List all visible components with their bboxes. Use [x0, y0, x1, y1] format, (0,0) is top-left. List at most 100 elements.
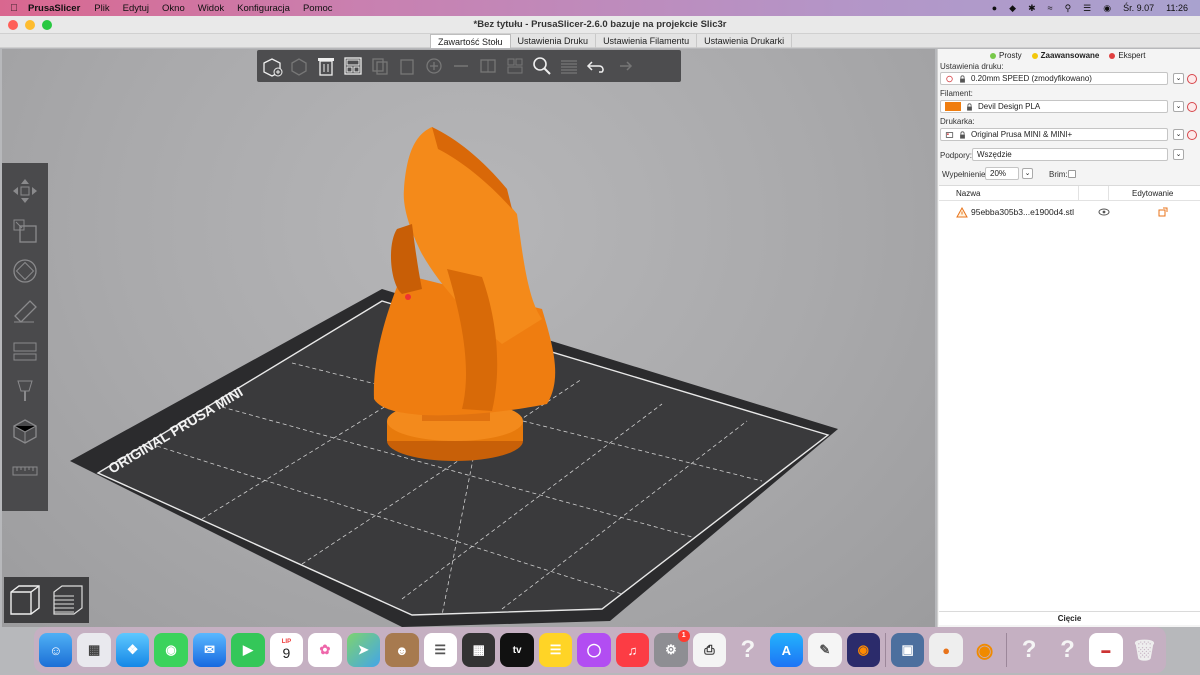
slice-button[interactable]: Cięcie — [939, 611, 1200, 625]
printer-icon[interactable]: ⎙ — [692, 633, 727, 667]
preview-layers-icon[interactable] — [50, 582, 86, 618]
mode-expert[interactable]: Ekspert — [1109, 51, 1145, 60]
facetime-icon[interactable]: ▶ — [231, 633, 265, 667]
split-objects-button[interactable] — [476, 54, 500, 78]
music-icon[interactable]: ♫ — [615, 633, 650, 667]
clock-day[interactable]: Śr. 9.07 — [1123, 3, 1154, 13]
contacts-icon[interactable]: ☻ — [385, 633, 419, 667]
apple-tv-icon[interactable]: tv — [500, 633, 534, 667]
apple-icon[interactable]:  — [0, 3, 28, 14]
printer-combo[interactable]: Original Prusa MINI & MINI+ — [940, 128, 1168, 141]
calculator-icon[interactable]: ▦ — [461, 633, 496, 667]
textedit-icon[interactable]: ✎ — [808, 633, 842, 667]
app-store-icon[interactable]: A — [769, 633, 804, 667]
col-name[interactable]: Nazwa — [939, 186, 1079, 200]
tab-filament-settings[interactable]: Ustawienia Filamentu — [596, 34, 698, 48]
firefox-icon[interactable]: ◉ — [846, 633, 880, 667]
eye-icon[interactable] — [1098, 208, 1110, 216]
chevron-down-icon[interactable]: ⌄ — [1173, 101, 1184, 112]
layer-editing-button[interactable] — [557, 54, 581, 78]
chevron-down-icon[interactable]: ⌄ — [1022, 168, 1033, 179]
paint-supports-tool-icon[interactable] — [7, 373, 43, 409]
move-tool-icon[interactable] — [7, 173, 43, 209]
delete-all-button[interactable] — [314, 54, 338, 78]
safari-icon[interactable]: ❖ — [115, 633, 150, 667]
prusaslicer-icon[interactable]: ● — [929, 633, 963, 667]
search-icon[interactable]: ⚲ — [1065, 3, 1072, 14]
minimized-window-icon[interactable]: ▬ — [1089, 633, 1123, 667]
gear-icon[interactable] — [1187, 102, 1197, 112]
gear-icon[interactable] — [1187, 74, 1197, 84]
warning-icon[interactable] — [956, 206, 968, 218]
search-button[interactable] — [530, 54, 554, 78]
bluetooth-icon[interactable]: ✱ — [1028, 3, 1036, 14]
col-edit[interactable]: Edytowanie — [1109, 186, 1200, 200]
add-button[interactable] — [260, 54, 284, 78]
wifi-icon[interactable]: ≈ — [1048, 3, 1053, 13]
unknown-app-icon[interactable]: ? — [1051, 633, 1084, 667]
camera-icon[interactable]: ● — [992, 3, 997, 13]
infill-combo[interactable]: 20% — [985, 167, 1019, 180]
menu-konfiguracja[interactable]: Konfiguracja — [237, 3, 290, 14]
app-menu[interactable]: PrusaSlicer — [28, 3, 80, 14]
notes-icon[interactable]: ☰ — [538, 633, 573, 667]
mail-icon[interactable]: ✉ — [192, 633, 227, 667]
filament-color-swatch[interactable] — [945, 102, 961, 111]
measure-tool-icon[interactable] — [7, 453, 43, 489]
launchpad-icon[interactable]: ▦ — [77, 633, 111, 667]
menu-plik[interactable]: Plik — [94, 3, 109, 14]
maps-icon[interactable]: ➤ — [346, 633, 381, 667]
chevron-down-icon[interactable]: ⌄ — [1173, 129, 1184, 140]
split-parts-button[interactable] — [503, 54, 527, 78]
menu-widok[interactable]: Widok — [198, 3, 224, 14]
copy-button[interactable] — [368, 54, 392, 78]
menu-okno[interactable]: Okno — [162, 3, 185, 14]
col-visibility[interactable] — [1079, 186, 1109, 200]
3d-viewport[interactable]: ORIGINAL PRUSA MINI — [2, 49, 935, 627]
menu-pomoc[interactable]: Pomoc — [303, 3, 333, 14]
tab-plater[interactable]: Zawartość Stołu — [430, 34, 511, 48]
print-settings-combo[interactable]: 0.20mm SPEED (zmodyfikowano) — [940, 72, 1168, 85]
system-settings-icon[interactable]: ⚙ 1 — [654, 630, 690, 667]
tab-printer-settings[interactable]: Ustawienia Drukarki — [697, 34, 793, 48]
chevron-down-icon[interactable]: ⌄ — [1173, 73, 1184, 84]
trash-icon[interactable]: 🗑 — [1128, 633, 1161, 667]
seam-painting-tool-icon[interactable] — [7, 413, 43, 449]
scale-tool-icon[interactable] — [7, 213, 43, 249]
add-instance-button[interactable] — [422, 54, 446, 78]
blender-icon[interactable]: ◉ — [968, 633, 1001, 667]
control-center-icon[interactable]: ☰ — [1083, 3, 1091, 14]
supports-combo[interactable]: Wszędzie — [972, 148, 1168, 161]
delete-button[interactable] — [287, 54, 311, 78]
dropbox-icon[interactable]: ◆ — [1009, 3, 1016, 14]
clock-time[interactable]: 11:26 — [1166, 3, 1188, 13]
mode-simple[interactable]: Prosty — [990, 51, 1022, 60]
table-row[interactable]: 95ebba305b3...e1900d4.stl — [939, 205, 1200, 219]
gear-icon[interactable] — [1187, 130, 1197, 140]
photos-icon[interactable]: ✿ — [308, 633, 342, 667]
messages-icon[interactable]: ◉ — [154, 633, 188, 667]
mode-advanced[interactable]: Zaawansowane — [1031, 51, 1099, 60]
remove-instance-button[interactable] — [449, 54, 473, 78]
reminders-icon[interactable]: ☰ — [423, 633, 457, 667]
paste-button[interactable] — [395, 54, 419, 78]
calendar-icon[interactable]: LIP 9 — [269, 633, 304, 667]
filament-combo[interactable]: Devil Design PLA — [940, 100, 1168, 113]
unknown-app-icon[interactable]: ? — [1012, 633, 1045, 667]
tab-print-settings[interactable]: Ustawienia Druku — [511, 34, 597, 48]
siri-icon[interactable]: ◉ — [1103, 3, 1111, 14]
place-on-face-tool-icon[interactable] — [7, 293, 43, 329]
3d-view-icon[interactable] — [7, 582, 43, 618]
podcasts-icon[interactable]: ◯ — [577, 633, 611, 667]
edit-icon[interactable] — [1158, 207, 1168, 217]
cut-tool-icon[interactable] — [7, 333, 43, 369]
redo-button[interactable] — [611, 54, 635, 78]
menu-edytuj[interactable]: Edytuj — [123, 3, 149, 14]
brim-checkbox[interactable] — [1068, 170, 1076, 178]
arrange-button[interactable] — [341, 54, 365, 78]
rotate-tool-icon[interactable] — [7, 253, 43, 289]
preview-icon[interactable]: ▣ — [890, 633, 925, 667]
finder-icon[interactable]: ☺ — [39, 633, 73, 667]
unknown-app-icon[interactable]: ? — [731, 633, 764, 667]
undo-button[interactable] — [584, 54, 608, 78]
